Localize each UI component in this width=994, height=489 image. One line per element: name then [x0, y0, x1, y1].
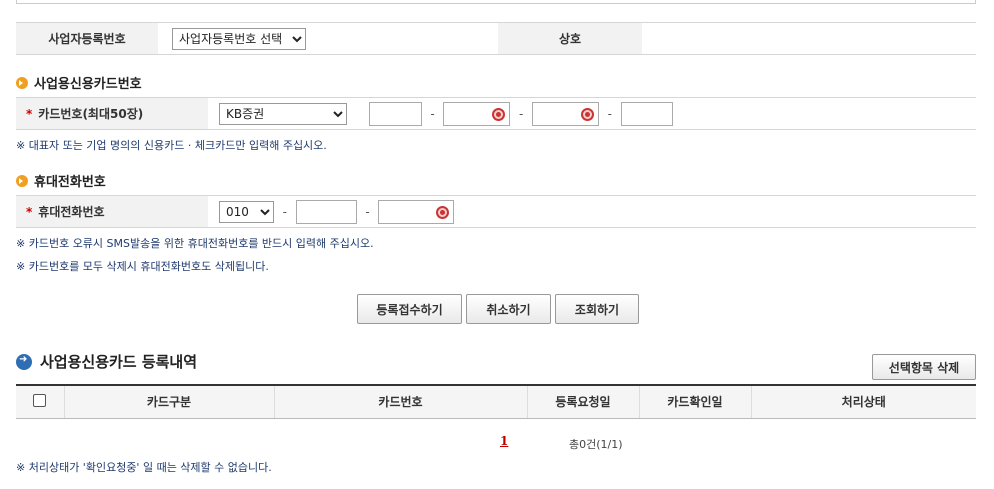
- company-name-label: 상호: [498, 22, 642, 55]
- top-frame: [16, 0, 976, 4]
- card-section-title: 사업용신용카드번호: [16, 73, 142, 92]
- card-number-part1[interactable]: [368, 101, 422, 126]
- list-section-title: 사업용신용카드 등록내역: [16, 351, 197, 372]
- column-request-date: 등록요청일: [526, 384, 639, 419]
- phone-prefix-select[interactable]: 010: [219, 200, 274, 223]
- table-header-row: 카드구분 카드번호 등록요청일 카드확인일 처리상태: [16, 384, 976, 419]
- total-count: 총0건(1/1): [569, 438, 623, 451]
- pagination-page-1[interactable]: 1: [500, 434, 508, 448]
- phone-section-title: 휴대전화번호: [16, 171, 106, 190]
- company-name-value: [642, 22, 976, 55]
- register-button[interactable]: 등록접수하기: [357, 294, 462, 324]
- column-card-number: 카드번호: [273, 384, 527, 419]
- arrow-circle-icon: [16, 353, 32, 370]
- phone-middle-input[interactable]: [295, 199, 357, 224]
- secure-keypad-icon[interactable]: [436, 205, 450, 219]
- column-confirm-date: 카드확인일: [638, 384, 751, 419]
- card-company-select[interactable]: KB증권: [219, 102, 347, 125]
- business-reg-select[interactable]: 사업자등록번호 선택: [172, 27, 306, 50]
- phone-input-table: * 휴대전화번호 010 - -: [16, 195, 976, 228]
- cancel-button[interactable]: 취소하기: [466, 294, 551, 324]
- arrow-bullet-icon: [16, 174, 28, 187]
- card-input-table: * 카드번호(최대50장) KB증권 - - -: [16, 97, 976, 130]
- secure-keypad-icon[interactable]: [492, 107, 506, 121]
- phone-notice-1: ※ 카드번호 오류시 SMS발송을 위한 휴대전화번호를 반드시 입력해 주십시…: [16, 237, 374, 250]
- business-info-table: 사업자등록번호 사업자등록번호 선택 상호: [16, 22, 976, 55]
- phone-label: * 휴대전화번호: [16, 195, 208, 228]
- delete-notice: ※ 처리상태가 '확인요청중' 일 때는 삭제할 수 없습니다.: [16, 461, 272, 474]
- registration-list-table: 카드구분 카드번호 등록요청일 카드확인일 처리상태: [16, 384, 976, 419]
- select-all-header: [16, 384, 64, 419]
- card-number-label: * 카드번호(최대50장): [16, 97, 208, 130]
- delete-selected-button[interactable]: 선택항목 삭제: [872, 354, 976, 380]
- column-card-type: 카드구분: [63, 384, 274, 419]
- arrow-bullet-icon: [16, 76, 28, 89]
- select-all-checkbox[interactable]: [33, 393, 47, 407]
- column-status: 처리상태: [750, 384, 976, 419]
- card-number-part4[interactable]: [620, 101, 673, 126]
- phone-notice-2: ※ 카드번호를 모두 삭제시 휴대전화번호도 삭제됩니다.: [16, 260, 269, 273]
- card-notice: ※ 대표자 또는 기업 명의의 신용카드 · 체크카드만 입력해 주십시오.: [16, 139, 327, 152]
- secure-keypad-icon[interactable]: [580, 107, 594, 121]
- search-button[interactable]: 조회하기: [555, 294, 639, 324]
- business-reg-label: 사업자등록번호: [16, 22, 158, 55]
